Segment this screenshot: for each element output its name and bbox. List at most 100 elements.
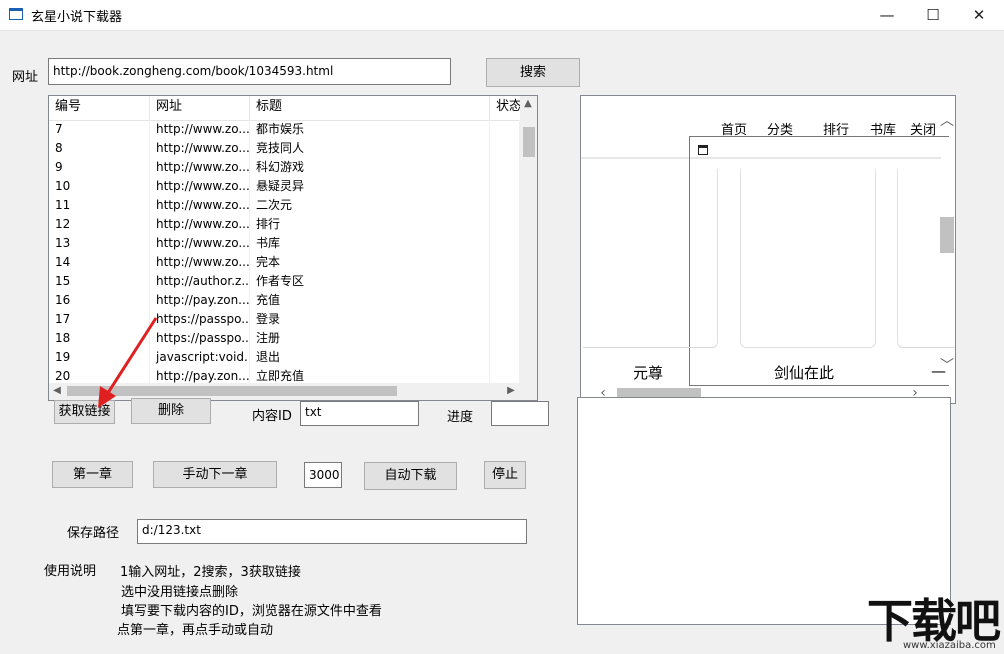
table-cell-id: 14: [49, 253, 150, 272]
table-cell-url: http://www.zo...: [150, 234, 250, 253]
stop-button[interactable]: 停止: [484, 461, 526, 489]
output-textarea[interactable]: [577, 397, 951, 625]
first-chapter-button[interactable]: 第一章: [52, 461, 133, 488]
instruction-line: 填写要下载内容的ID，浏览器在源文件中查看: [121, 604, 382, 619]
scroll-right-icon[interactable]: ▶: [503, 385, 519, 396]
window-title: 玄星小说下载器: [31, 10, 123, 25]
table-cell-id: 11: [49, 196, 150, 215]
table-row[interactable]: 14 http://www.zo... 完本: [49, 253, 520, 272]
column-header-title[interactable]: 标题: [250, 96, 490, 120]
table-vertical-scrollbar[interactable]: ▲: [520, 96, 537, 383]
table-cell-url: http://www.zo...: [150, 139, 250, 158]
table-row[interactable]: 12 http://www.zo... 排行: [49, 215, 520, 234]
book-card[interactable]: [740, 169, 876, 348]
table-cell-id: 10: [49, 177, 150, 196]
book-title[interactable]: 剑仙在此: [774, 362, 834, 383]
embedded-browser[interactable]: 首页 分类 排行 书库 关闭 元尊 剑仙在此 — ︿ ﹀ ‹ ›: [580, 95, 956, 404]
scroll-up-icon[interactable]: ︿: [939, 110, 955, 130]
table-cell-url: http://www.zo...: [150, 253, 250, 272]
table-cell-title: 退出: [250, 348, 490, 367]
content-id-label: 内容ID: [252, 409, 292, 424]
table-row[interactable]: 7 http://www.zo... 都市娱乐: [49, 120, 520, 139]
table-row[interactable]: 13 http://www.zo... 书库: [49, 234, 520, 253]
save-path-label: 保存路径: [67, 526, 120, 541]
browser-vertical-scrollbar[interactable]: ︿ ﹀: [939, 110, 955, 374]
title-bar: [0, 0, 1004, 31]
table-cell-title: 登录: [250, 310, 490, 329]
table-cell-url: http://author.z...: [150, 272, 250, 291]
close-button[interactable]: ✕: [956, 0, 1002, 30]
table-row[interactable]: 8 http://www.zo... 竞技同人: [49, 139, 520, 158]
table-cell-url: javascript:void...: [150, 348, 250, 367]
table-cell-title: 悬疑灵异: [250, 177, 490, 196]
table-cell-id: 8: [49, 139, 150, 158]
table-cell-status: [490, 196, 520, 215]
table-cell-status: [490, 139, 520, 158]
minimize-button[interactable]: —: [864, 0, 910, 30]
table-cell-status: [490, 348, 520, 367]
url-input[interactable]: http://book.zongheng.com/book/1034593.ht…: [48, 58, 451, 85]
scroll-down-icon[interactable]: ﹀: [939, 355, 955, 375]
table-cell-status: [490, 120, 520, 139]
column-header-url[interactable]: 网址: [150, 96, 250, 120]
watermark-url: www.xiazaiba.com: [903, 640, 996, 651]
content-id-input[interactable]: txt: [300, 401, 419, 426]
annotation-arrow-icon: [98, 317, 158, 408]
instruction-line: 点第一章，再点手动或自动: [117, 623, 274, 638]
table-cell-status: [490, 234, 520, 253]
progress-field: [491, 401, 549, 426]
table-cell-title: 竞技同人: [250, 139, 490, 158]
book-title[interactable]: 元尊: [633, 362, 663, 383]
progress-label: 进度: [447, 410, 474, 425]
table-row[interactable]: 10 http://www.zo... 悬疑灵异: [49, 177, 520, 196]
interval-input[interactable]: 3000: [304, 462, 342, 488]
book-card[interactable]: [583, 169, 718, 348]
table-cell-status: [490, 291, 520, 310]
scrollbar-thumb[interactable]: [523, 127, 535, 157]
table-cell-id: 9: [49, 158, 150, 177]
table-cell-title: 完本: [250, 253, 490, 272]
table-cell-status: [490, 329, 520, 348]
table-cell-status: [490, 310, 520, 329]
table-cell-title: 作者专区: [250, 272, 490, 291]
table-header: 编号 网址 标题 状态: [49, 96, 524, 121]
table-cell-url: http://www.zo...: [150, 120, 250, 139]
table-row[interactable]: 15 http://author.z... 作者专区: [49, 272, 520, 291]
table-cell-url: http://www.zo...: [150, 215, 250, 234]
table-row[interactable]: 9 http://www.zo... 科幻游戏: [49, 158, 520, 177]
table-cell-status: [490, 215, 520, 234]
table-cell-url: http://www.zo...: [150, 177, 250, 196]
table-cell-id: 13: [49, 234, 150, 253]
instructions-label: 使用说明: [44, 564, 97, 579]
maximize-button[interactable]: ☐: [910, 0, 956, 30]
watermark-logo: 下载吧: [867, 594, 1001, 648]
table-cell-id: 7: [49, 120, 150, 139]
table-cell-url: http://www.zo...: [150, 196, 250, 215]
popup-window-icon: [698, 145, 708, 155]
column-header-status[interactable]: 状态: [490, 96, 524, 120]
column-header-id[interactable]: 编号: [49, 96, 150, 120]
manual-next-chapter-button[interactable]: 手动下一章: [153, 461, 277, 488]
table-cell-url: http://www.zo...: [150, 158, 250, 177]
auto-download-button[interactable]: 自动下载: [364, 462, 457, 490]
scrollbar-thumb[interactable]: [940, 217, 954, 253]
table-cell-status: [490, 177, 520, 196]
table-cell-id: 15: [49, 272, 150, 291]
table-cell-status: [490, 272, 520, 291]
search-button[interactable]: 搜索: [486, 58, 580, 87]
scroll-up-icon[interactable]: ▲: [520, 98, 536, 109]
url-label: 网址: [12, 70, 39, 85]
table-cell-url: https://passpo...: [150, 329, 250, 348]
table-cell-url: http://pay.zon...: [150, 291, 250, 310]
table-row[interactable]: 16 http://pay.zon... 充值: [49, 291, 520, 310]
save-path-input[interactable]: d:/123.txt: [137, 519, 527, 544]
table-row[interactable]: 11 http://www.zo... 二次元: [49, 196, 520, 215]
table-cell-url: https://passpo...: [150, 310, 250, 329]
table-cell-title: 排行: [250, 215, 490, 234]
scroll-left-icon[interactable]: ◀: [49, 385, 65, 396]
table-cell-status: [490, 253, 520, 272]
table-cell-title: 都市娱乐: [250, 120, 490, 139]
app-window-icon: [9, 8, 23, 20]
instruction-line: 选中没用链接点删除: [121, 585, 239, 600]
table-cell-title: 书库: [250, 234, 490, 253]
